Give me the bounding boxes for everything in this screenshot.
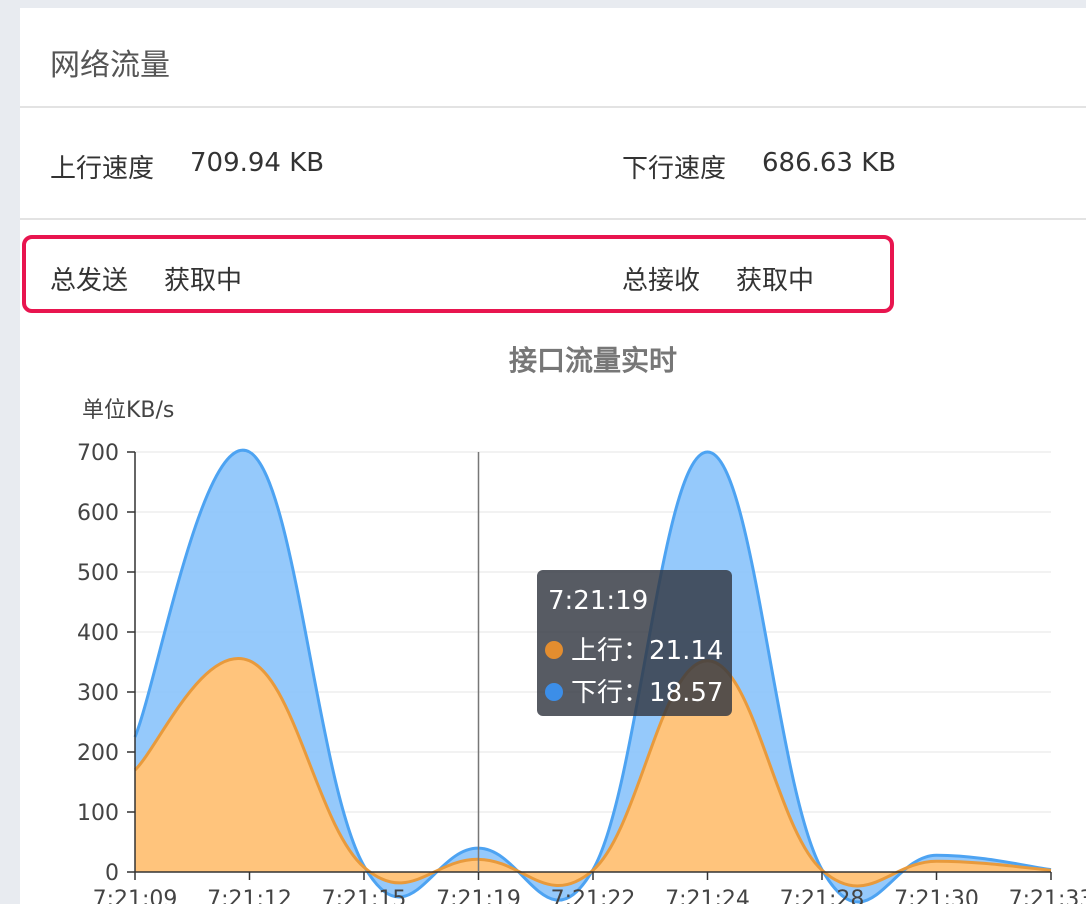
- x-tick-label: 7:21:24: [665, 887, 750, 904]
- tooltip-separator: ：: [623, 636, 650, 666]
- x-tick-label: 7:21:19: [436, 887, 521, 904]
- chart-tooltip: 7:21:19 上行：21.14 下行：18.57: [537, 570, 732, 716]
- tooltip-upload-value: 21.14: [649, 636, 724, 666]
- x-tick-label: 7:21:28: [780, 887, 865, 904]
- x-tick-label: 7:21:22: [551, 887, 636, 904]
- tooltip-upload-label: 上行: [571, 636, 624, 666]
- x-tick-label: 7:21:15: [322, 887, 407, 904]
- tooltip-upload-row: 上行：21.14: [545, 630, 723, 667]
- y-tick-label: 700: [77, 441, 119, 466]
- traffic-chart[interactable]: 接口流量实时 单位KB/s 0 100 200 300 400 500 600 700 7:21…: [0, 0, 1086, 904]
- y-tick-label: 500: [77, 561, 119, 586]
- tooltip-time: 7:21:19: [548, 586, 649, 616]
- chart-title: 接口流量实时: [509, 344, 677, 377]
- x-tick-label: 7:21:12: [207, 887, 292, 904]
- x-tick-label: 7:21:09: [93, 887, 178, 904]
- x-tick-label: 7:21:33: [1009, 887, 1086, 904]
- y-tick-label: 0: [105, 861, 119, 886]
- tooltip-download-label: 下行: [571, 678, 624, 708]
- y-tick-label: 300: [77, 681, 119, 706]
- y-tick-label: 400: [77, 621, 119, 646]
- y-tick-label: 600: [77, 501, 119, 526]
- tooltip-download-row: 下行：18.57: [545, 672, 723, 709]
- y-tick-label: 200: [77, 741, 119, 766]
- download-dot-icon: [545, 682, 563, 701]
- tooltip-separator: ：: [623, 678, 650, 708]
- tooltip-download-value: 18.57: [649, 678, 724, 708]
- upload-dot-icon: [545, 640, 563, 659]
- x-tick-label: 7:21:30: [894, 887, 979, 904]
- y-tick-label: 100: [77, 801, 119, 826]
- y-axis-label: 单位KB/s: [82, 398, 174, 423]
